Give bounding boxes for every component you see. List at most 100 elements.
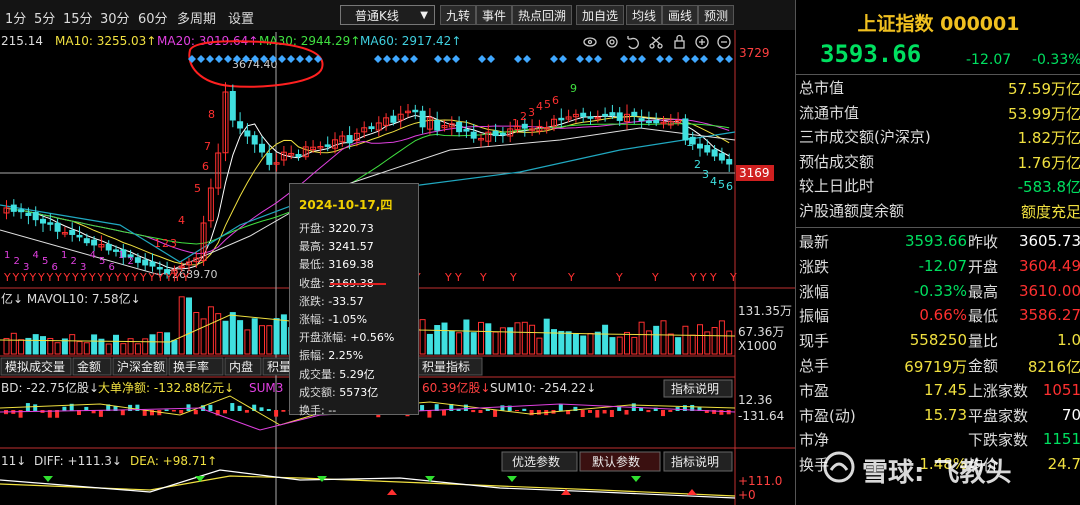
add-watchlist-button[interactable]: 加自选 (576, 5, 625, 25)
tooltip-value: 3169.38 (328, 258, 374, 272)
tooltip-key: 收盘: (299, 276, 325, 290)
signal-marker: Y (63, 271, 71, 284)
ma-button[interactable]: 均线 (626, 5, 663, 25)
volume-legend: 亿↓ MAVOL10: 7.58亿↓ (1, 291, 141, 306)
candle-body (149, 261, 156, 267)
period-60min[interactable]: 60分 (138, 8, 168, 27)
fund-bar (442, 410, 446, 416)
candle-body (142, 259, 149, 266)
candle-body (266, 153, 273, 165)
quote-label: 最低 (968, 307, 999, 326)
period-15min[interactable]: 15分 (63, 8, 93, 27)
signal-marker: Y (114, 271, 122, 284)
quote-value: 3610.00 (1018, 281, 1080, 300)
candle-body (295, 154, 302, 158)
nine-turn-label: 6 (552, 94, 559, 107)
signal-marker: Y (509, 271, 517, 284)
tooltip-key: 涨跌: (299, 294, 325, 308)
chevron-down-icon: ▼ (420, 10, 428, 21)
settings-button[interactable]: 设置 (228, 8, 254, 27)
candle-body (76, 234, 83, 238)
fund-bar (223, 410, 227, 414)
kline-type-select[interactable]: 普通K线 ▼ (340, 5, 435, 25)
volume-bar (675, 337, 682, 355)
draw-line-button[interactable]: 画线 (662, 5, 699, 25)
signal-marker: Y (71, 271, 79, 284)
tooltip-row: 开盘涨幅: +0.56% (299, 329, 394, 345)
quote-label: 下跌家数 (968, 431, 1029, 450)
candle-body (419, 110, 426, 128)
fund-bar (646, 410, 651, 413)
nine-turn-label: 5 (99, 256, 105, 267)
candle-body (609, 112, 616, 116)
candle-body (711, 149, 718, 157)
stat-row: 沪股通额度余额 额度充足 (796, 200, 1080, 222)
stat-label: 总市值 (799, 79, 845, 97)
signal-marker: Y (3, 271, 11, 284)
fund-bar (98, 410, 103, 417)
stat-row: 预估成交额 1.76万亿 (796, 151, 1080, 173)
signal-marker: Y (444, 271, 452, 284)
volume-bar (426, 333, 433, 355)
volume-bar (485, 323, 492, 355)
volume-bar (470, 332, 477, 355)
quote-label: 振幅 (799, 307, 830, 326)
mid-legend: 60.39亿股↓ (422, 380, 490, 395)
period-30min[interactable]: 30分 (100, 8, 130, 27)
candle-body (259, 143, 265, 153)
volume-bar (609, 337, 616, 355)
volume-bar (594, 331, 601, 355)
tooltip-key: 换手: (299, 404, 325, 417)
quote-pair-row: 涨跌 -12.07 开盘 3604.49 (796, 256, 1080, 278)
candle-body (237, 121, 244, 129)
stat-row: 总市值 57.59万亿 (796, 77, 1080, 99)
tooltip-key: 成交额: (299, 385, 336, 399)
signal-marker: Y (139, 271, 147, 284)
fund-bar (609, 410, 614, 418)
stat-value: 1.76万亿 (1017, 153, 1080, 172)
predict-button[interactable]: 预测 (698, 5, 735, 25)
quote-value: -0.33% (913, 281, 967, 300)
dea-legend: DEA: +98.71↑ (130, 454, 217, 468)
multi-period-button[interactable]: 多周期 (177, 8, 216, 27)
candle-body (18, 209, 25, 213)
candle-body (32, 212, 39, 221)
signal-marker: Y (131, 271, 139, 284)
optimal-params-label: 优选参数 (512, 454, 560, 469)
event-button[interactable]: 事件 (476, 5, 513, 25)
signal-marker: Y (709, 271, 717, 284)
tooltip-value: +0.56% (350, 331, 395, 345)
fund-bar (179, 410, 184, 414)
index-price: 3593.66 (820, 40, 922, 68)
divider (796, 227, 1080, 228)
candle-body (638, 118, 645, 122)
candle-body (156, 266, 163, 270)
tooltip-key: 最低: (299, 258, 325, 272)
tooltip-value: 5573亿 (339, 385, 379, 399)
volume-axis-mid: 67.36万 (738, 325, 784, 339)
period-1min[interactable]: 1分 (5, 8, 26, 27)
nine-turn-label: 1 (686, 136, 693, 149)
index-change: -12.07 (966, 52, 1012, 68)
fund-bar (580, 410, 585, 418)
volume-bar (565, 331, 572, 355)
candle-tooltip: 2024-10-17,四 开盘: 3220.73 最高: 3241.57 最低: 3… (289, 183, 419, 417)
hot-replay-button[interactable]: 热点回溯 (512, 5, 573, 25)
candle-body (499, 132, 506, 136)
fund-bar (193, 410, 198, 415)
volume-bar (543, 318, 550, 355)
candle-body (558, 117, 565, 121)
quote-value: 3593.66 (904, 232, 967, 250)
period-5min[interactable]: 5分 (34, 8, 55, 27)
nine-turn-label: 9 (570, 82, 577, 95)
tooltip-value: 2.25% (328, 349, 364, 363)
nine-turn-label: 6 (202, 160, 209, 173)
candle-body (134, 257, 141, 263)
tooltip-row: 成交量: 5.29亿 (299, 366, 375, 382)
stat-value: 1.82万亿 (1017, 129, 1080, 147)
quote-pair-row: 涨幅 -0.33% 最高 3610.00 (796, 281, 1080, 303)
quote-value: 1051 (1042, 380, 1080, 399)
nine-turn-label: 1 (118, 250, 124, 261)
candle-body (229, 90, 236, 121)
nine-turn-button[interactable]: 九转 (440, 5, 477, 25)
